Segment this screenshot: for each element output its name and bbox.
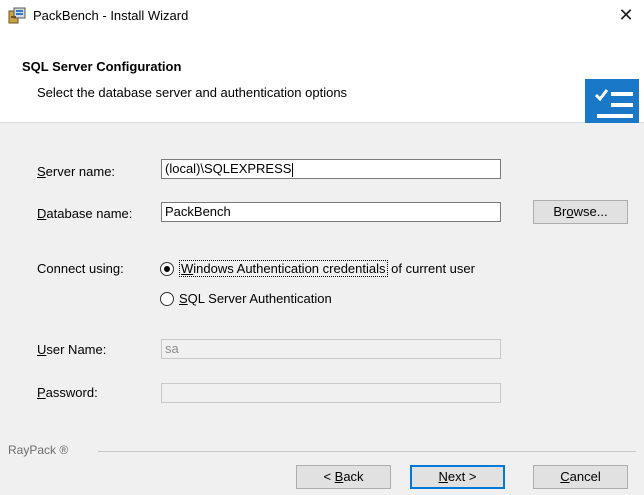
brand-label: RayPack ® (8, 443, 69, 457)
sql-auth-label: SQL Server Authentication (179, 291, 332, 306)
database-name-label: Database name: (37, 206, 133, 221)
database-name-input[interactable]: PackBench (161, 202, 501, 222)
text-caret (292, 162, 294, 177)
browse-button[interactable]: Browse... (533, 200, 628, 224)
windows-auth-label: Windows Authentication credentials (179, 260, 388, 277)
server-name-input[interactable]: (local)\SQLEXPRESS (161, 159, 501, 179)
footer-divider (98, 451, 636, 452)
radio-sql-server-authentication[interactable]: SQL Server Authentication (160, 291, 420, 309)
next-button[interactable]: Next > (410, 465, 505, 489)
title-bar: PackBench - Install Wizard ✕ (0, 0, 644, 30)
windows-auth-suffix: of current user (391, 261, 475, 276)
server-name-label: Server name: (37, 164, 116, 179)
password-input[interactable] (161, 383, 501, 403)
user-name-input[interactable]: sa (161, 339, 501, 359)
password-label: Password: (37, 385, 98, 400)
window-title: PackBench - Install Wizard (33, 8, 189, 23)
back-button[interactable]: < Back (296, 465, 391, 489)
radio-button-checked[interactable] (160, 262, 174, 276)
user-name-label: User Name: (37, 342, 107, 357)
connect-using-label: Connect using: (37, 261, 124, 276)
radio-windows-authentication[interactable]: Windows Authentication credentials of cu… (160, 260, 520, 279)
close-icon[interactable]: ✕ (608, 0, 644, 30)
page-subtitle: Select the database server and authentic… (37, 85, 348, 100)
wizard-header: SQL Server Configuration Select the data… (0, 30, 644, 130)
radio-button-unchecked[interactable] (160, 292, 174, 306)
installer-app-icon (8, 7, 26, 24)
page-title: SQL Server Configuration (22, 59, 182, 74)
cancel-button[interactable]: Cancel (533, 465, 628, 489)
